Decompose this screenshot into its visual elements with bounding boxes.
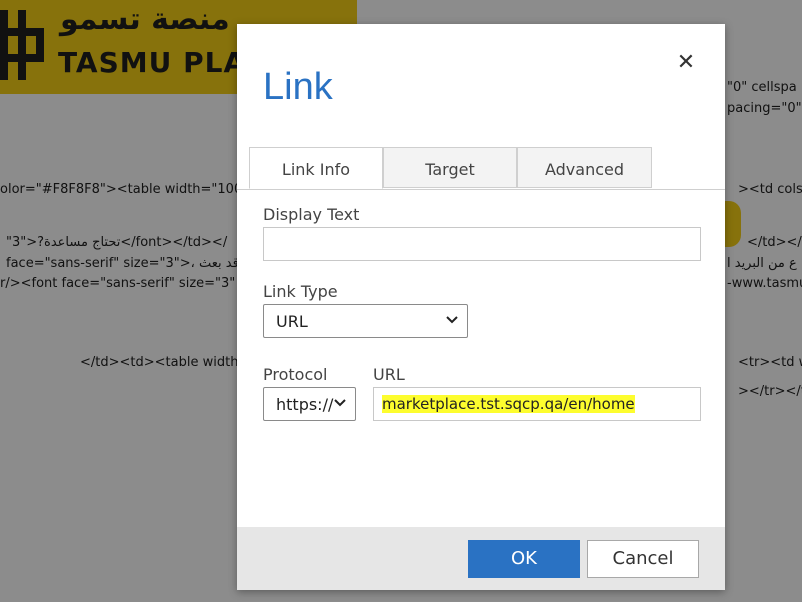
link-dialog: Link ✕ Link Info Target Advanced Display… (237, 24, 725, 590)
dialog-footer: OK Cancel (237, 527, 725, 590)
protocol-select[interactable]: https:// (263, 387, 356, 421)
link-type-label: Link Type (263, 282, 338, 301)
ok-button[interactable]: OK (468, 540, 580, 578)
display-text-input[interactable] (263, 227, 701, 261)
close-icon[interactable]: ✕ (675, 52, 697, 74)
link-type-value: URL (276, 312, 308, 331)
display-text-label: Display Text (263, 205, 360, 224)
dialog-title: Link (263, 66, 333, 108)
protocol-label: Protocol (263, 365, 328, 384)
tab-link-info[interactable]: Link Info (249, 147, 383, 189)
tab-target[interactable]: Target (383, 147, 517, 188)
tab-divider (237, 189, 725, 190)
url-input[interactable]: marketplace.tst.sqcp.qa/en/home (373, 387, 701, 421)
protocol-value: https:// (276, 395, 334, 414)
url-value: marketplace.tst.sqcp.qa/en/home (382, 395, 635, 413)
chevron-down-icon (334, 399, 346, 407)
url-label: URL (373, 365, 405, 384)
cancel-button[interactable]: Cancel (587, 540, 699, 578)
chevron-down-icon (446, 316, 458, 324)
link-type-select[interactable]: URL (263, 304, 468, 338)
tab-advanced[interactable]: Advanced (517, 147, 652, 188)
